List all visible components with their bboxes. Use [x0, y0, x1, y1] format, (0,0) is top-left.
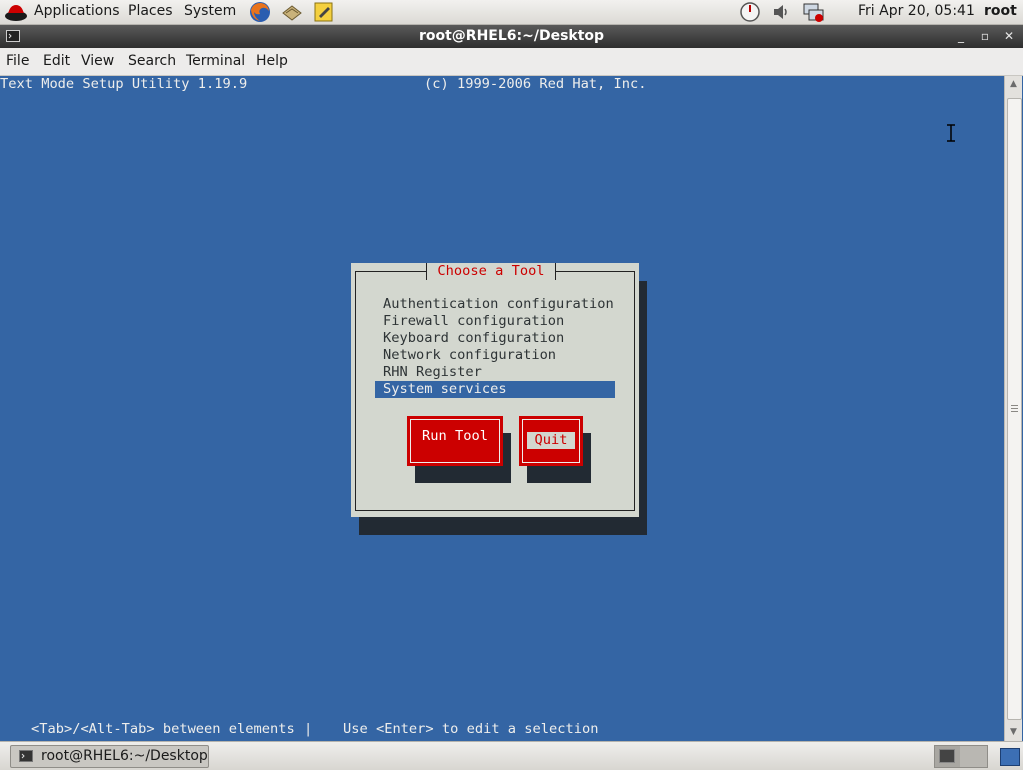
menu-edit[interactable]: Edit [43, 53, 70, 69]
text-cursor-icon [947, 124, 955, 142]
scroll-up-icon[interactable]: ▲ [1005, 76, 1022, 93]
header-left-text: Text Mode Setup Utility 1.19.9 [0, 76, 248, 92]
taskbar-window-label: root@RHEL6:~/Desktop [41, 748, 208, 764]
scroll-down-icon[interactable]: ▼ [1005, 724, 1022, 741]
show-desktop-icon[interactable] [1000, 748, 1020, 766]
tool-system-services[interactable]: System services [375, 381, 615, 398]
dialog-title-box: Choose a Tool [426, 263, 556, 280]
header-right-text: (c) 1999-2006 Red Hat, Inc. [424, 76, 647, 92]
window-titlebar[interactable]: root@RHEL6:~/Desktop _ ▫ ✕ [0, 25, 1023, 48]
volume-icon[interactable] [770, 1, 792, 23]
menu-view[interactable]: View [81, 53, 114, 69]
system-menu[interactable]: System [184, 0, 236, 24]
quit-button[interactable]: Quit [519, 416, 583, 466]
quit-button-label: Quit [527, 432, 575, 449]
tool-keyboard-configuration[interactable]: Keyboard configuration [375, 330, 615, 347]
menu-file[interactable]: File [6, 53, 29, 69]
menu-search[interactable]: Search [128, 53, 176, 69]
menu-terminal[interactable]: Terminal [186, 53, 245, 69]
menu-help[interactable]: Help [256, 53, 288, 69]
text-editor-icon[interactable] [312, 1, 336, 23]
footer-hint-right: Use <Enter> to edit a selection [343, 721, 599, 737]
maximize-icon[interactable]: ▫ [977, 28, 993, 44]
tool-firewall-configuration[interactable]: Firewall configuration [375, 313, 615, 330]
menubar: File Edit View Search Terminal Help [0, 48, 1023, 76]
run-tool-button-label: Run Tool [422, 428, 488, 444]
network-disconnected-icon[interactable] [802, 1, 824, 23]
terminal-mini-icon [939, 749, 955, 763]
workspace-1[interactable] [935, 746, 960, 767]
choose-tool-dialog: Choose a Tool Authentication configurati… [351, 263, 639, 517]
dialog-title: Choose a Tool [437, 263, 545, 279]
places-menu[interactable]: Places [128, 0, 173, 24]
minimize-icon[interactable]: _ [953, 28, 969, 44]
bottom-panel: root@RHEL6:~/Desktop [0, 741, 1023, 770]
terminal-scrollbar[interactable]: ▲ ▼ [1004, 76, 1022, 741]
close-icon[interactable]: ✕ [1001, 28, 1017, 44]
firefox-icon[interactable] [248, 1, 272, 23]
top-panel: Applications Places System Fri Apr 20, 0… [0, 0, 1023, 25]
scrollbar-thumb[interactable] [1007, 98, 1022, 720]
footer-separator: | [304, 721, 313, 737]
taskbar-window-button[interactable]: root@RHEL6:~/Desktop [10, 745, 209, 768]
tool-network-configuration[interactable]: Network configuration [375, 347, 615, 364]
tool-authentication-configuration[interactable]: Authentication configuration [375, 296, 615, 313]
terminal-task-icon [19, 750, 33, 762]
network-status-icon[interactable] [739, 1, 761, 23]
applications-menu[interactable]: Applications [34, 0, 120, 24]
run-tool-button[interactable]: Run Tool [407, 416, 503, 466]
tool-rhn-register[interactable]: RHN Register [375, 364, 615, 381]
redhat-logo-icon[interactable] [4, 2, 28, 22]
footer-hint-left: <Tab>/<Alt-Tab> between elements [31, 721, 295, 737]
user-menu[interactable]: root [984, 0, 1017, 24]
clock[interactable]: Fri Apr 20, 05:41 [858, 0, 975, 24]
workspace-switcher[interactable] [934, 745, 988, 768]
mail-client-icon[interactable] [280, 1, 304, 23]
window-title: root@RHEL6:~/Desktop [418, 28, 605, 44]
